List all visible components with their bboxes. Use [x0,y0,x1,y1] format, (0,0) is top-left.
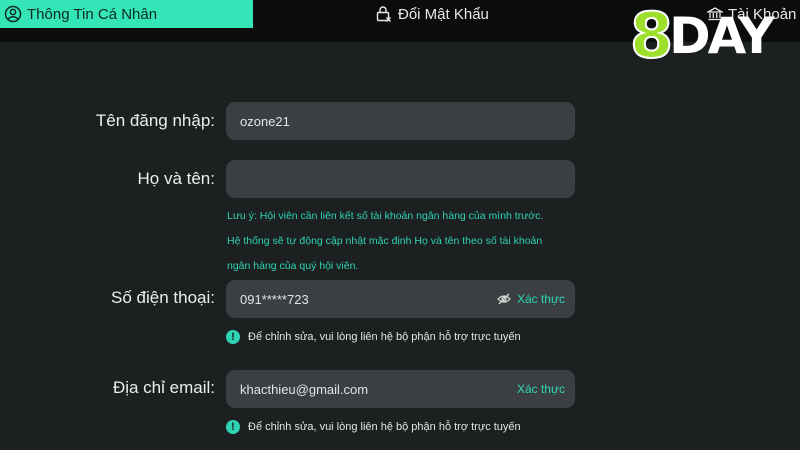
username-field[interactable]: ozone21 [226,102,575,140]
email-field[interactable]: khacthieu@gmail.com Xác thực [226,370,575,408]
phone-field[interactable]: 091*****723 Xác thực [226,280,575,318]
fullname-field[interactable] [226,160,575,198]
email-hint-text: Để chỉnh sửa, vui lòng liên hệ bộ phận h… [248,421,521,433]
tab-personal-info[interactable]: Thông Tin Cá Nhân [0,0,253,28]
email-verify-label: Xác thực [516,382,565,396]
phone-label: Số điện thoại: [111,288,215,307]
phone-hint: ! Để chỉnh sửa, vui lòng liên hệ bộ phận… [226,330,521,344]
tab-change-password[interactable]: Đổi Mật Khẩu [375,0,489,28]
email-hint: ! Để chỉnh sửa, vui lòng liên hệ bộ phận… [226,420,521,434]
note-line-1: Lưu ý: Hội viên cần liên kết số tài khoả… [227,210,544,222]
info-icon: ! [226,330,240,344]
username-value: ozone21 [240,113,290,129]
phone-verify-button[interactable]: Xác thực [497,292,565,306]
phone-value: 091*****723 [240,291,309,307]
fullname-note: Lưu ý: Hội viên cần liên kết số tài khoả… [227,204,587,279]
email-value: khacthieu@gmail.com [240,381,369,397]
info-icon: ! [226,420,240,434]
phone-verify-label: Xác thực [516,292,565,306]
user-circle-icon [4,5,22,23]
fullname-label: Họ và tên: [137,169,216,188]
logo-word: DAY [669,7,775,65]
note-line-2: Hệ thống sẽ tự động cập nhật mặc định Họ… [227,235,543,247]
logo-number: 8 [629,0,674,72]
note-line-3: ngân hàng của quý hội viên. [227,260,359,272]
eye-off-icon[interactable] [497,293,511,305]
tab-personal-info-label: Thông Tin Cá Nhân [27,5,158,23]
phone-hint-text: Để chỉnh sửa, vui lòng liên hệ bộ phận h… [248,331,521,343]
email-verify-button[interactable]: Xác thực [517,382,565,396]
lock-icon [376,6,391,22]
brand-logo: 8 DAY [629,0,800,72]
username-label: Tên đăng nhập: [95,111,215,130]
tab-change-password-label: Đổi Mật Khẩu [398,5,489,23]
email-label: Địa chỉ email: [112,378,215,397]
